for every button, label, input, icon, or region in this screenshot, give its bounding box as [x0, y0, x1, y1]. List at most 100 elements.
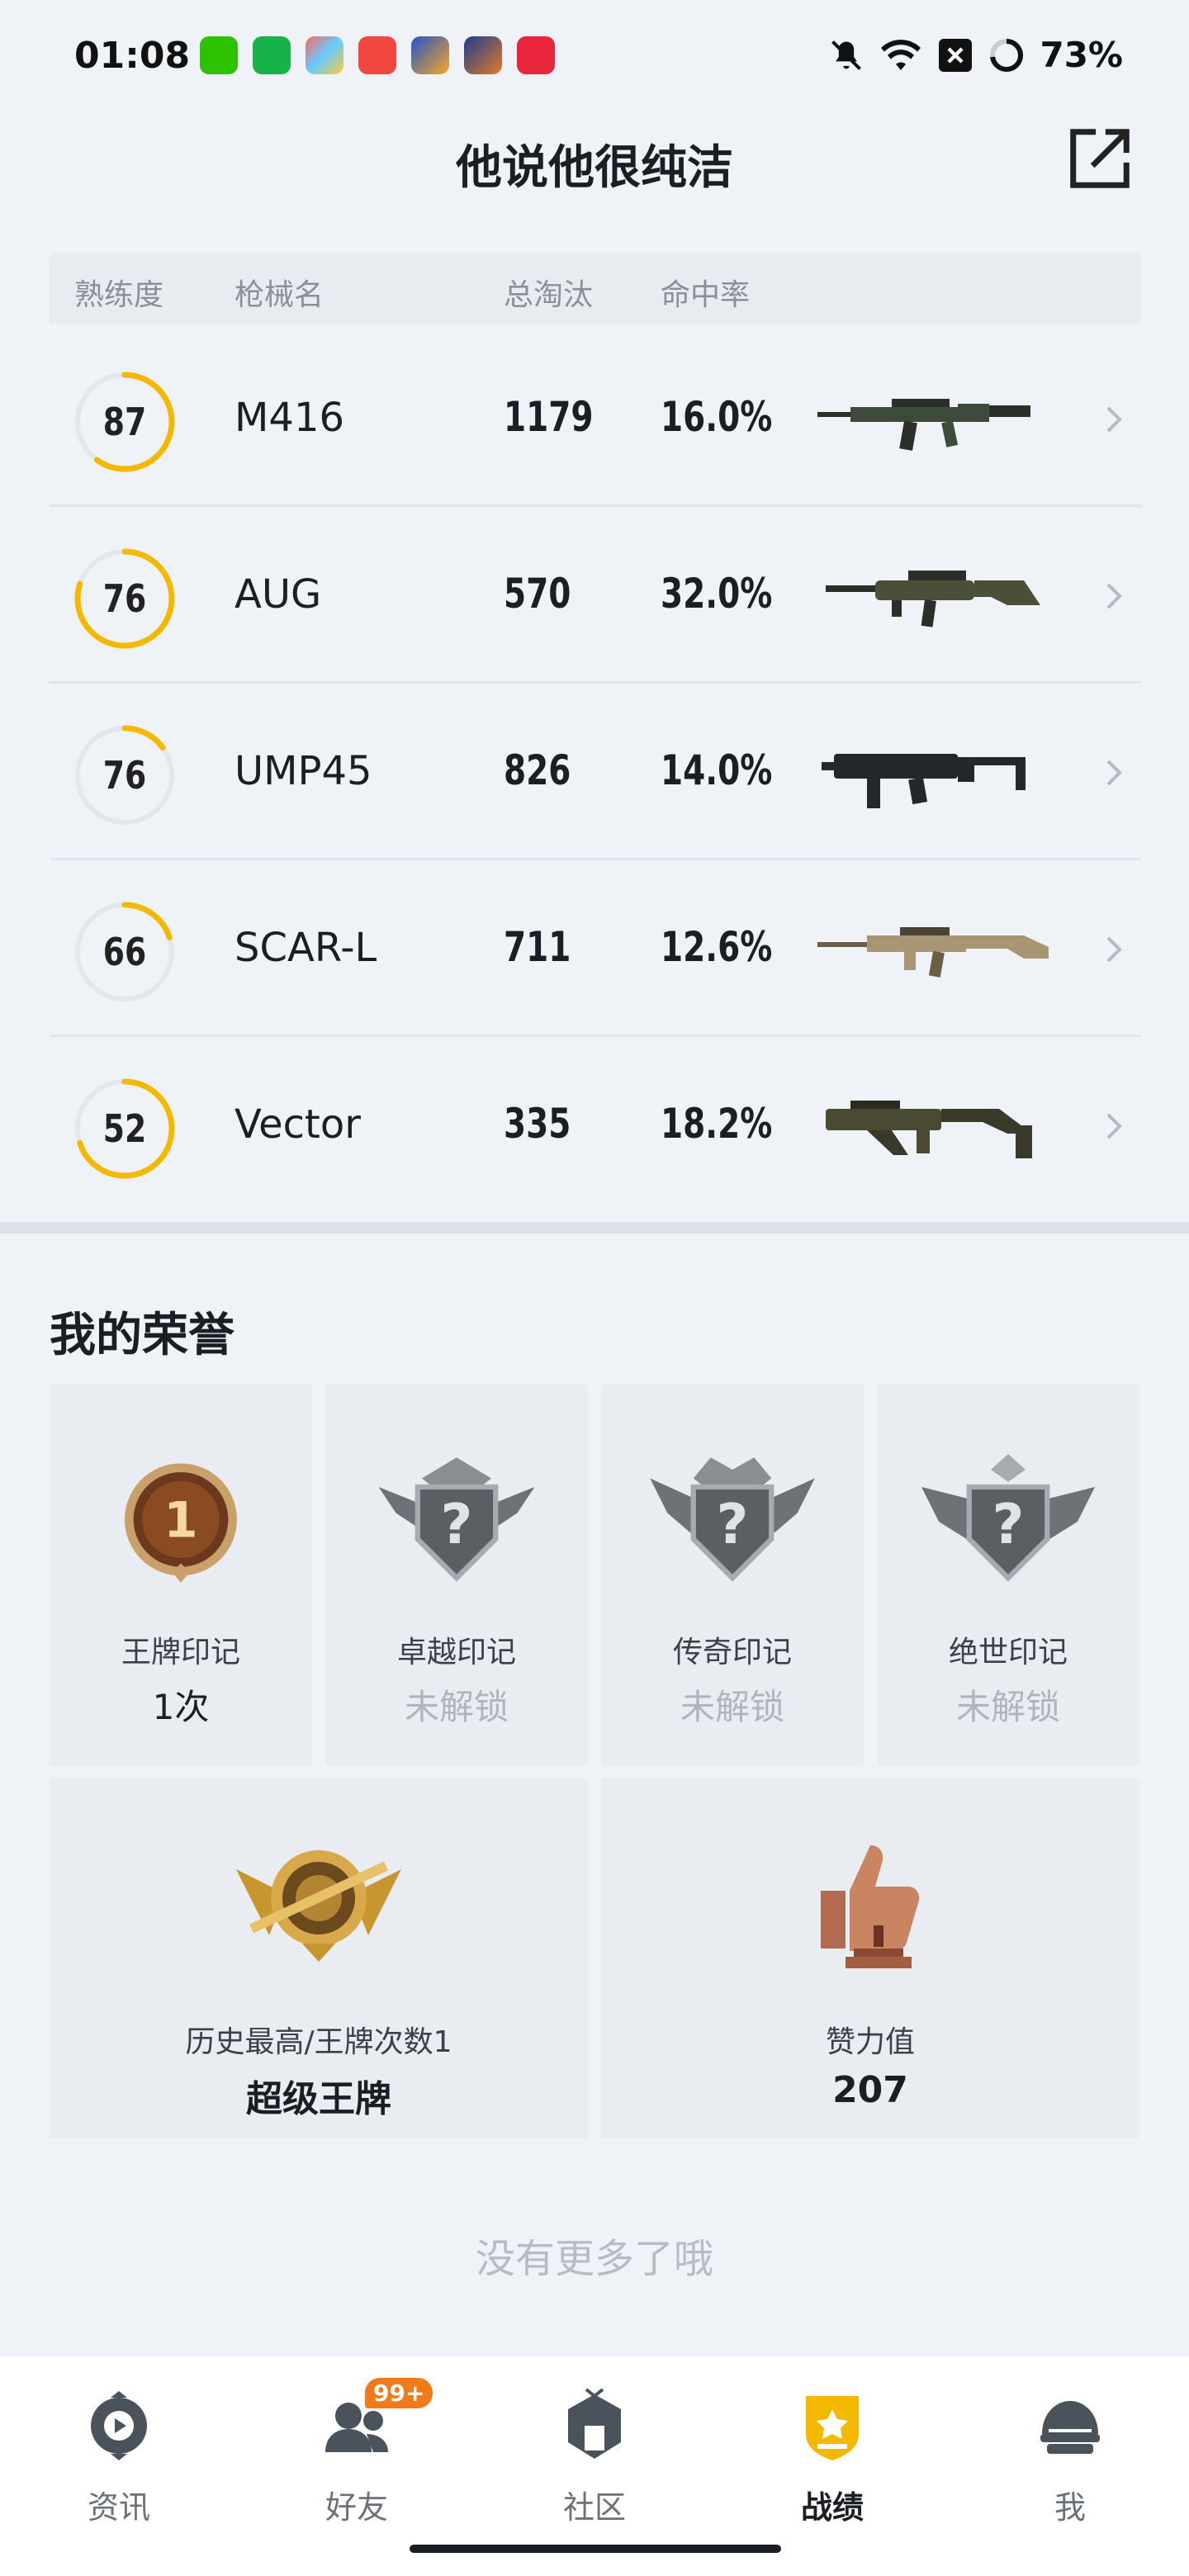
rifle-icon	[826, 571, 1040, 627]
col-kills: 总淘汰	[504, 278, 594, 312]
badge-card-elite[interactable]: ? 卓越印记 未解锁	[325, 1384, 588, 1765]
end-of-list-text: 没有更多了哦	[475, 2236, 713, 2282]
badge-label: 卓越印记	[396, 1636, 516, 1669]
badge-card-legend[interactable]: ? 传奇印记 未解锁	[601, 1384, 864, 1765]
chevron-right-icon	[1106, 760, 1122, 786]
weapon-row-m416[interactable]: 87 M416 1179 16.0%	[50, 330, 1141, 507]
weapon-name: SCAR-L	[234, 925, 377, 971]
weapon-row-ump45[interactable]: 76 UMP45 826 14.0%	[50, 684, 1141, 860]
svg-text:?: ?	[441, 1492, 473, 1556]
badge-label: 王牌印记	[121, 1636, 240, 1669]
weapon-accuracy: 14.0%	[661, 746, 773, 794]
home-indicator[interactable]	[410, 2545, 781, 2553]
badge-card-peerless[interactable]: ? 绝世印记 未解锁	[877, 1384, 1139, 1765]
proficiency-ring: 66	[73, 900, 177, 1004]
share-icon[interactable]	[1063, 124, 1135, 195]
rifle-icon	[817, 927, 1049, 978]
likes-label: 赞力值	[825, 2025, 915, 2059]
tab-label: 好友	[324, 2489, 388, 2526]
chevron-right-icon	[1106, 583, 1122, 609]
record-icon	[806, 2396, 859, 2460]
weapon-accuracy: 32.0%	[661, 570, 773, 618]
badge-value: 未解锁	[404, 1687, 509, 1727]
proficiency-value: 76	[102, 576, 147, 621]
tab-label: 战绩	[800, 2489, 864, 2526]
weapon-name: UMP45	[234, 748, 372, 794]
smg-icon	[826, 1101, 1032, 1158]
thumbs-up-trophy-icon	[821, 1845, 920, 1968]
tab-label: 我	[1054, 2489, 1086, 2526]
weapon-kills: 826	[504, 746, 571, 794]
likes-value: 207	[832, 2069, 908, 2111]
locked-badge-icon: ?	[378, 1457, 535, 1582]
tab-records[interactable]: 战绩	[758, 2376, 907, 2541]
weapon-name: M416	[234, 395, 345, 441]
proficiency-ring: 52	[73, 1077, 177, 1181]
tab-label: 社区	[562, 2489, 626, 2526]
notification-badge: 99+	[365, 2378, 433, 2408]
battery-ring-icon	[990, 38, 1024, 72]
rifle-icon	[817, 399, 1030, 451]
weapon-list: 87 M416 1179 16.0% 76 AUG 570 32.0% 76 U…	[50, 330, 1141, 1214]
community-icon	[568, 2388, 621, 2459]
helmet-icon	[1040, 2401, 1100, 2454]
proficiency-value: 87	[102, 400, 147, 444]
badge-card-ace[interactable]: 1 王牌印记 1次	[50, 1384, 312, 1765]
sim-off-icon	[939, 38, 973, 72]
badge-value: 未解锁	[955, 1687, 1060, 1727]
proficiency-value: 66	[102, 930, 147, 974]
proficiency-ring: 87	[73, 370, 177, 474]
proficiency-value: 52	[102, 1106, 147, 1151]
battery-percent: 73%	[1040, 35, 1123, 75]
chevron-right-icon	[1106, 406, 1122, 433]
news-icon	[91, 2391, 147, 2460]
section-divider	[0, 1222, 1189, 1234]
video-app-icon	[358, 36, 396, 74]
locked-badge-icon: ?	[650, 1457, 815, 1582]
weapon-row-scar-l[interactable]: 66 SCAR-L 711 12.6%	[50, 860, 1141, 1037]
tab-community[interactable]: 社区	[520, 2376, 669, 2541]
likes-card[interactable]: 赞力值 207	[601, 1778, 1139, 2138]
weapon-kills: 711	[504, 923, 571, 971]
col-accuracy: 命中率	[661, 278, 751, 312]
weapon-row-aug[interactable]: 76 AUG 570 32.0%	[50, 507, 1141, 684]
photos-app-icon	[306, 36, 343, 74]
weapon-kills: 1179	[504, 393, 594, 441]
game-app-icon	[411, 36, 449, 74]
svg-text:1: 1	[163, 1493, 197, 1550]
weapon-kills: 335	[504, 1100, 571, 1148]
proficiency-ring: 76	[73, 547, 177, 651]
weapon-accuracy: 18.2%	[661, 1100, 773, 1148]
weapon-row-vector[interactable]: 52 Vector 335 18.2%	[50, 1037, 1141, 1214]
col-proficiency: 熟练度	[74, 278, 164, 312]
badge-value: 1次	[152, 1687, 210, 1727]
weapon-table-header: 熟练度 枪械名 总淘汰 命中率	[50, 253, 1141, 324]
status-bar: 01:08 73%	[0, 0, 1189, 107]
locked-badge-icon: ?	[921, 1454, 1095, 1582]
music-app-icon	[517, 36, 555, 74]
svg-text:?: ?	[992, 1492, 1025, 1556]
weapon-name: AUG	[234, 571, 322, 618]
ace-medal-icon: 1	[125, 1463, 237, 1583]
tab-label: 资讯	[87, 2489, 150, 2526]
tab-friends[interactable]: 99+ 好友	[282, 2376, 433, 2541]
status-right: 73%	[828, 35, 1123, 75]
badge-label: 传奇印记	[672, 1636, 792, 1669]
tab-me[interactable]: 我	[996, 2376, 1144, 2541]
chevron-right-icon	[1106, 936, 1122, 963]
tab-news[interactable]: 资讯	[45, 2376, 193, 2541]
highest-rank-value: 超级王牌	[246, 2078, 391, 2120]
highest-rank-card[interactable]: 历史最高/王牌次数1 超级王牌	[50, 1778, 588, 2138]
weapon-kills: 570	[504, 570, 571, 618]
page-title: 他说他很纯洁	[456, 141, 733, 195]
badge-value: 未解锁	[680, 1687, 784, 1727]
proficiency-ring: 76	[73, 723, 177, 827]
svg-text:?: ?	[717, 1492, 749, 1556]
chevron-right-icon	[1106, 1113, 1122, 1139]
honors-title: 我的荣誉	[50, 1309, 234, 1362]
mute-icon	[831, 40, 862, 70]
proficiency-value: 76	[102, 753, 147, 798]
security-app-icon	[253, 36, 291, 74]
game2-app-icon	[464, 36, 502, 74]
status-time: 01:08	[74, 35, 191, 77]
